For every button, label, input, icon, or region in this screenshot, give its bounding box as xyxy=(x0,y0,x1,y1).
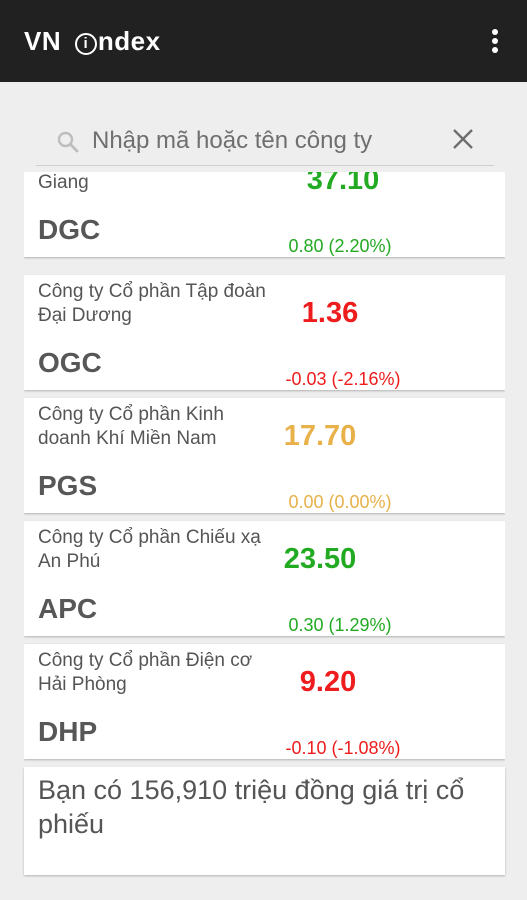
stock-change: 0.80 (2.20%) xyxy=(288,236,392,256)
title-prefix: VN xyxy=(24,26,69,56)
stock-symbol: APC xyxy=(38,593,98,624)
stock-price: 1.36 xyxy=(301,297,359,329)
stock-card-dgc[interactable]: giặt và Hóa chất Đức Giang DGC 37.10 0.8… xyxy=(24,172,505,257)
info-icon: i xyxy=(74,33,97,55)
stock-card-apc[interactable]: Công ty Cổ phần Chiếu xạ An Phú APC 23.5… xyxy=(24,521,505,636)
search-input[interactable] xyxy=(92,124,432,158)
stock-symbol: DGC xyxy=(38,214,101,245)
stock-change: 0.00 (0.00%) xyxy=(288,492,392,512)
stock-symbol: PGS xyxy=(38,470,98,501)
portfolio-summary: Bạn có 156,910 triệu đồng giá trị cổ phi… xyxy=(24,767,505,875)
app-title: VN i ndex xyxy=(24,26,161,56)
stock-price: 9.20 xyxy=(299,666,357,698)
company-name: Công ty Cổ phần Điện cơ Hải Phòng xyxy=(38,650,253,695)
company-name: giặt và Hóa chất Đức Giang xyxy=(38,172,89,193)
stock-card-pgs[interactable]: Công ty Cổ phần Kinh doanh Khí Miền Nam … xyxy=(24,398,505,513)
app-bar: VN i ndex xyxy=(0,0,527,82)
company-name: Công ty Cổ phần Chiếu xạ An Phú xyxy=(38,527,261,572)
search-bar xyxy=(36,116,494,166)
stock-change: 0.30 (1.29%) xyxy=(288,615,392,635)
more-options-icon[interactable] xyxy=(480,24,510,58)
stock-card-dhp[interactable]: Công ty Cổ phần Điện cơ Hải Phòng DHP 9.… xyxy=(24,644,505,759)
stock-change: -0.10 (-1.08%) xyxy=(285,738,401,758)
portfolio-total-text: Bạn có 156,910 triệu đồng giá trị cổ phi… xyxy=(38,775,465,839)
title-suffix: ndex xyxy=(97,26,161,56)
company-name: Công ty Cổ phần Kinh doanh Khí Miền Nam xyxy=(38,404,224,449)
stock-symbol: OGC xyxy=(38,347,102,378)
close-icon[interactable] xyxy=(450,126,476,152)
stock-price: 37.10 xyxy=(306,172,380,196)
stock-change: -0.03 (-2.16%) xyxy=(285,369,401,389)
stock-price: 17.70 xyxy=(283,420,357,452)
search-icon xyxy=(57,131,79,153)
stock-price: 23.50 xyxy=(283,543,357,575)
company-name: Công ty Cổ phần Tập đoàn Đại Dương xyxy=(38,281,266,326)
stock-card-ogc[interactable]: Công ty Cổ phần Tập đoàn Đại Dương OGC 1… xyxy=(24,275,505,390)
stock-symbol: DHP xyxy=(38,716,98,747)
